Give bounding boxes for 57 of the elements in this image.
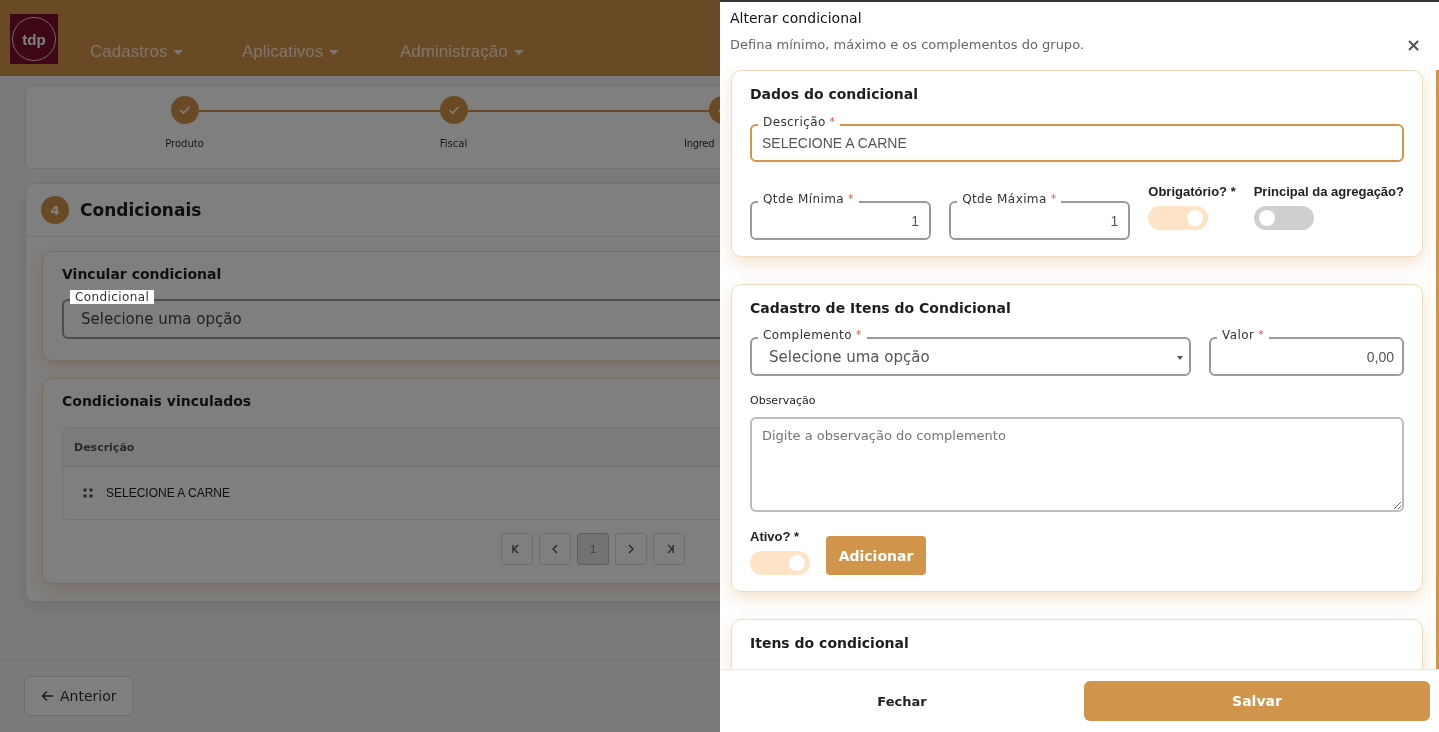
step-label: Produto	[165, 138, 204, 149]
step-label: Fiscal	[439, 138, 468, 149]
pagination-button[interactable]	[653, 533, 685, 565]
field-label: Qtde Máxima *	[957, 192, 1062, 206]
quantity-field[interactable]: Qtde Mínima * 1	[750, 192, 932, 240]
field-value: SELECIONE A CARNE	[761, 135, 908, 151]
toggle-label: Obrigatório? *	[1148, 184, 1236, 199]
close-text-button[interactable]: Fechar	[720, 692, 1084, 710]
price-field[interactable]: Valor * 0,00	[1209, 328, 1404, 376]
field-value: 1	[1109, 212, 1120, 229]
back-button[interactable]: Anterior	[24, 676, 133, 716]
caret-icon	[513, 49, 524, 55]
field-label: Complemento *	[758, 328, 867, 342]
pagination-button[interactable]	[501, 533, 533, 565]
toggle-switch[interactable]	[750, 551, 810, 575]
field-label: Condicional	[70, 290, 155, 304]
toggle-label: Principal da agregação?	[1253, 184, 1404, 199]
logo-text: tdp	[22, 30, 46, 48]
pagination-button[interactable]	[539, 533, 571, 565]
field-label: Descrição *	[758, 115, 841, 129]
card-title: Condicionais vinculados	[62, 393, 253, 409]
toggle-switch[interactable]	[1148, 206, 1209, 230]
field-label: Valor *	[1217, 328, 1269, 342]
caret-icon	[173, 49, 184, 55]
card-title: Vincular condicional	[62, 266, 223, 282]
toggle-switch[interactable]	[1253, 206, 1314, 230]
step-label: Ingred	[684, 138, 715, 149]
column-header: Descrição	[74, 440, 135, 454]
select-value: Selecione uma opção	[768, 347, 930, 366]
pagination-button[interactable]	[615, 533, 647, 565]
card-title: Dados do condicional	[750, 86, 920, 102]
close-button[interactable]: ×	[1405, 34, 1421, 55]
check-icon	[447, 105, 460, 115]
field-label: Observação	[750, 394, 817, 407]
quantity-field[interactable]: Qtde Máxima * 1	[949, 192, 1131, 240]
field-value: Selecione uma opção	[80, 310, 242, 328]
drawer-title: Alterar condicional	[730, 10, 863, 26]
caret-icon	[1177, 356, 1183, 360]
toggle-label: Ativo? *	[750, 529, 801, 544]
drag-handle-icon[interactable]	[83, 488, 93, 498]
drawer-subtitle: Defina mínimo, máximo e os complementos do grupo.	[730, 37, 1084, 52]
check-icon	[178, 105, 191, 115]
arrow-left-icon	[41, 690, 54, 702]
description-field[interactable]: Descrição * SELECIONE A CARNE	[750, 115, 1404, 162]
field-label: Qtde Mínima *	[758, 192, 859, 206]
note-textarea[interactable]: Digite a observação do complemento	[750, 417, 1404, 512]
caret-icon	[329, 49, 340, 55]
table-cell: SELECIONE A CARNE	[106, 486, 231, 500]
field-value: 1	[910, 212, 921, 229]
section-title: Condicionais	[80, 200, 202, 220]
step-number-badge: 4	[41, 196, 69, 224]
card-title: Itens do condicional	[750, 635, 910, 651]
card-title: Cadastro de Itens do Condicional	[750, 300, 1012, 316]
chevron-icon	[626, 544, 636, 554]
field-value: 0,00	[1365, 348, 1395, 365]
chevron-icon	[550, 544, 560, 554]
complement-select[interactable]: Complemento * Selecione uma opção	[750, 328, 1191, 376]
